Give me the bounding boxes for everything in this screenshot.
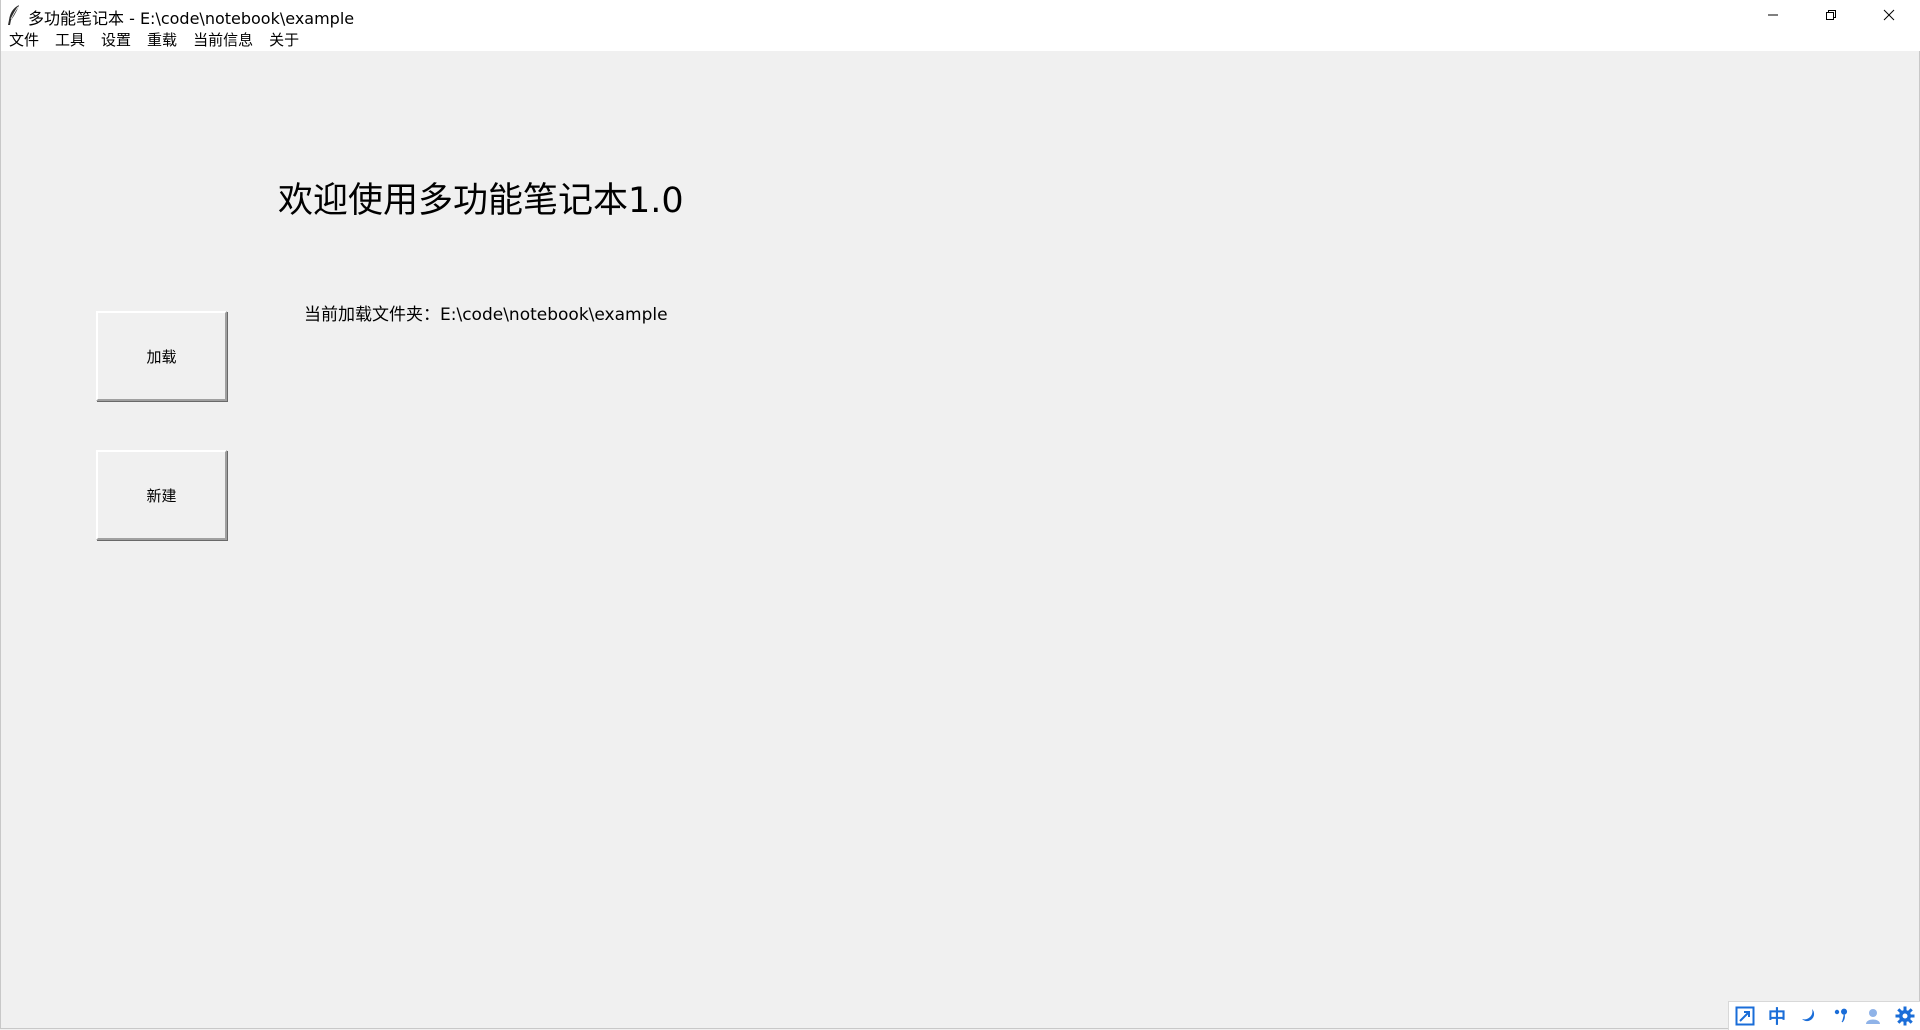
chinese-mode-icon[interactable]: 中 (1766, 1005, 1788, 1028)
minimize-button[interactable] (1744, 0, 1802, 29)
new-button-label: 新建 (146, 486, 177, 505)
restore-button[interactable] (1802, 0, 1860, 29)
load-button[interactable]: 加载 (96, 311, 227, 401)
menu-reload[interactable]: 重载 (139, 29, 185, 51)
gear-icon[interactable] (1894, 1005, 1916, 1027)
menu-current-info[interactable]: 当前信息 (185, 29, 261, 51)
app-window: 多功能笔记本 - E:\code\notebook\example 文件 工具 … (0, 0, 1920, 1030)
menu-bar: 文件 工具 设置 重载 当前信息 关于 (1, 29, 1920, 51)
ime-toolbar: 中 (1728, 1001, 1920, 1030)
welcome-heading: 欢迎使用多功能笔记本1.0 (278, 181, 684, 221)
punctuation-icon[interactable] (1830, 1005, 1852, 1027)
moon-icon[interactable] (1798, 1005, 1820, 1027)
menu-file[interactable]: 文件 (1, 29, 47, 51)
new-button[interactable]: 新建 (96, 450, 227, 540)
ime-toggle-icon[interactable] (1734, 1005, 1756, 1027)
menu-tools[interactable]: 工具 (47, 29, 93, 51)
minimize-icon (1768, 14, 1778, 15)
current-folder-label: 当前加载文件夹：E:\code\notebook\example (304, 305, 668, 325)
title-bar[interactable]: 多功能笔记本 - E:\code\notebook\example (1, 0, 1920, 30)
menu-settings[interactable]: 设置 (93, 29, 139, 51)
restore-icon (1826, 9, 1836, 20)
menu-about[interactable]: 关于 (261, 29, 307, 51)
close-button[interactable] (1860, 0, 1918, 29)
window-title: 多功能笔记本 - E:\code\notebook\example (28, 9, 355, 28)
load-button-label: 加载 (146, 347, 177, 366)
close-icon (1883, 9, 1895, 20)
user-icon[interactable] (1862, 1005, 1884, 1027)
feather-icon (5, 4, 23, 26)
